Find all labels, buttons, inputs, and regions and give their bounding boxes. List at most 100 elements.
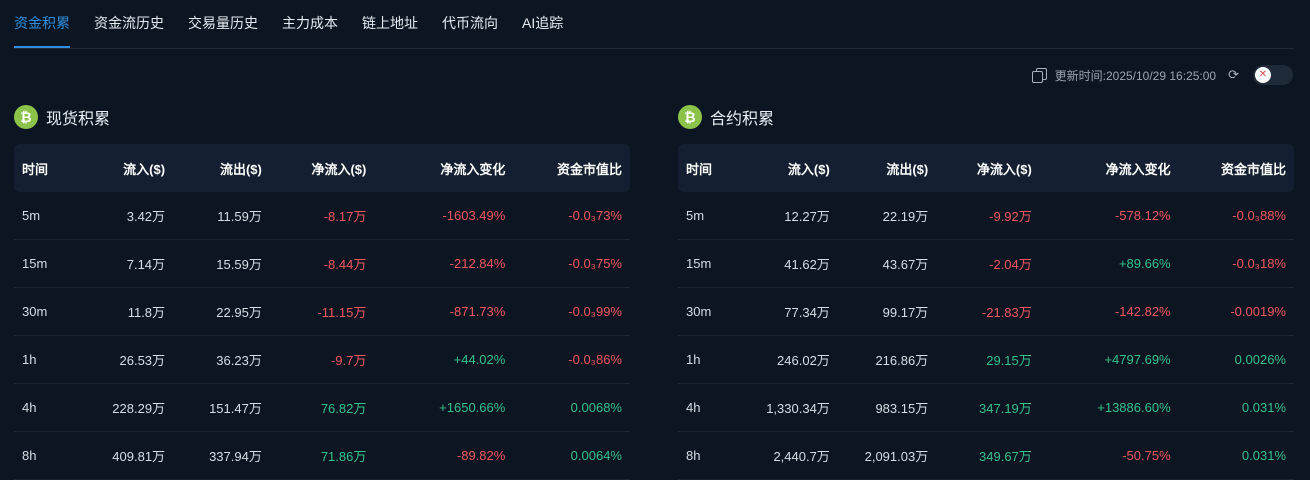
- header-outflow: 流出($): [886, 161, 929, 177]
- cell-cap-ratio: -0.0019%: [1178, 287, 1294, 336]
- futures-title: ₿ 合约积累: [678, 103, 1294, 131]
- tab-main-cost[interactable]: 主力成本: [282, 0, 338, 48]
- cell-outflow: 337.94万: [173, 431, 270, 480]
- coin-icon: ₿: [14, 105, 38, 129]
- cell-net-change: +89.66%: [1039, 239, 1179, 288]
- tabs-divider: [14, 48, 1294, 49]
- update-time-label: 更新时间:2025/10/29 16:25:00: [1054, 68, 1217, 83]
- cell-cap-ratio: -0.0₃88%: [1178, 192, 1294, 240]
- toggle-fire-icon: ✕: [1258, 69, 1268, 80]
- cell-outflow: 216.86万: [837, 335, 937, 384]
- table-row: 15m 7.14万 15.59万 -8.44万 -212.84% -0.0₃75%: [14, 239, 630, 288]
- spot-header-row: 时间 流入($) 流出($) 净流入($) 净流入变化 资金市值比: [14, 144, 630, 192]
- cell-time: 5m: [678, 192, 744, 240]
- cell-time: 15m: [14, 239, 81, 288]
- cell-net-inflow: 349.67万: [936, 431, 1040, 480]
- cell-net-inflow: -9.92万: [936, 192, 1040, 240]
- cell-inflow: 41.62万: [743, 239, 838, 288]
- header-cap-ratio: 资金市值比: [1220, 161, 1286, 177]
- tab-fund-accumulation[interactable]: 资金积累: [14, 0, 70, 48]
- cell-time: 8h: [678, 431, 744, 480]
- tabs-row: 资金积累 资金流历史 交易量历史 主力成本 链上地址 代币流向 AI追踪: [14, 0, 587, 48]
- header-time: 时间: [686, 161, 713, 177]
- cell-cap-ratio: 0.0064%: [513, 431, 630, 480]
- cell-cap-ratio: 0.031%: [1178, 431, 1294, 480]
- cell-net-change: +1650.66%: [374, 383, 514, 432]
- table-row: 30m 11.8万 22.95万 -11.15万 -871.73% -0.0₃99%: [14, 287, 630, 336]
- refresh-icon[interactable]: ⟳: [1228, 67, 1239, 83]
- spot-table: 时间 流入($) 流出($) 净流入($) 净流入变化 资金市值比 5m 3.42…: [14, 144, 630, 480]
- cell-inflow: 409.81万: [80, 431, 174, 480]
- cell-inflow: 12.27万: [743, 192, 838, 240]
- toggle-knob: ✕: [1255, 67, 1271, 83]
- table-row: 30m 77.34万 99.17万 -21.83万 -142.82% -0.0019%: [678, 287, 1294, 336]
- tab-onchain-address[interactable]: 链上地址: [362, 0, 418, 48]
- spot-title-text: 现货积累: [46, 111, 111, 128]
- view-toggle[interactable]: ✕: [1253, 65, 1293, 85]
- cell-time: 1h: [14, 335, 81, 384]
- cell-inflow: 11.8万: [80, 287, 174, 336]
- cell-outflow: 151.47万: [173, 383, 270, 432]
- cell-time: 30m: [14, 287, 81, 336]
- header-net-inflow: 净流入($): [311, 161, 367, 177]
- cell-net-inflow: -8.44万: [269, 239, 375, 288]
- cell-time: 8h: [14, 431, 81, 480]
- cell-inflow: 3.42万: [80, 192, 174, 240]
- cell-net-inflow: -21.83万: [936, 287, 1040, 336]
- futures-header-row: 时间 流入($) 流出($) 净流入($) 净流入变化 资金市值比: [678, 144, 1294, 192]
- cell-net-change: -871.73%: [374, 287, 514, 336]
- cell-net-change: -142.82%: [1039, 287, 1179, 336]
- cell-cap-ratio: 0.0026%: [1178, 335, 1294, 384]
- futures-table: 时间 流入($) 流出($) 净流入($) 净流入变化 资金市值比 5m 12.2…: [678, 144, 1294, 480]
- cell-time: 15m: [678, 239, 744, 288]
- header-cap-ratio: 资金市值比: [556, 161, 622, 177]
- cell-outflow: 99.17万: [837, 287, 937, 336]
- table-row: 8h 409.81万 337.94万 71.86万 -89.82% 0.0064%: [14, 431, 630, 480]
- cell-inflow: 246.02万: [743, 335, 838, 384]
- cell-cap-ratio: 0.0068%: [513, 383, 630, 432]
- table-row: 1h 246.02万 216.86万 29.15万 +4797.69% 0.0026%: [678, 335, 1294, 384]
- cell-cap-ratio: -0.0₃73%: [513, 192, 630, 240]
- cell-net-change: -578.12%: [1039, 192, 1179, 240]
- cell-time: 4h: [678, 383, 744, 432]
- table-row: 8h 2,440.7万 2,091.03万 349.67万 -50.75% 0.031%: [678, 431, 1294, 480]
- spot-body: 5m 3.42万 11.59万 -8.17万 -1603.49% -0.0₃73% 15m 7…: [14, 192, 630, 480]
- coin-icon: ₿: [678, 105, 702, 129]
- copy-icon[interactable]: [1031, 67, 1047, 83]
- cell-net-change: +44.02%: [374, 335, 514, 384]
- toolbar: 更新时间:2025/10/29 16:25:00 ⟳ ✕: [1031, 63, 1293, 87]
- cell-net-change: +13886.60%: [1039, 383, 1179, 432]
- futures-body: 5m 12.27万 22.19万 -9.92万 -578.12% -0.0₃88% 15m 4…: [678, 192, 1294, 480]
- tab-volume-history[interactable]: 交易量历史: [188, 0, 258, 48]
- cell-outflow: 983.15万: [837, 383, 937, 432]
- table-row: 15m 41.62万 43.67万 -2.04万 +89.66% -0.0₃18%: [678, 239, 1294, 288]
- cell-time: 5m: [14, 192, 81, 240]
- cell-outflow: 22.95万: [173, 287, 270, 336]
- cell-net-inflow: -11.15万: [269, 287, 375, 336]
- cell-net-change: -212.84%: [374, 239, 514, 288]
- futures-title-text: 合约积累: [710, 111, 775, 128]
- cell-net-change: -1603.49%: [374, 192, 514, 240]
- tab-fund-flow-history[interactable]: 资金流历史: [94, 0, 164, 48]
- tab-ai-tracking[interactable]: AI追踪: [522, 0, 563, 48]
- cell-inflow: 228.29万: [80, 383, 174, 432]
- cell-outflow: 36.23万: [173, 335, 270, 384]
- cell-time: 1h: [678, 335, 744, 384]
- header-outflow: 流出($): [219, 161, 262, 177]
- cell-inflow: 77.34万: [743, 287, 838, 336]
- cell-net-inflow: 29.15万: [936, 335, 1040, 384]
- table-row: 4h 1,330.34万 983.15万 347.19万 +13886.60% 0.031…: [678, 383, 1294, 432]
- cell-time: 30m: [678, 287, 744, 336]
- cell-outflow: 15.59万: [173, 239, 270, 288]
- table-row: 1h 26.53万 36.23万 -9.7万 +44.02% -0.0₃86%: [14, 335, 630, 384]
- cell-outflow: 43.67万: [837, 239, 937, 288]
- tab-token-flow[interactable]: 代币流向: [442, 0, 498, 48]
- cell-net-inflow: -8.17万: [269, 192, 375, 240]
- cell-inflow: 2,440.7万: [743, 431, 838, 480]
- cell-outflow: 2,091.03万: [837, 431, 937, 480]
- cell-cap-ratio: -0.0₃86%: [513, 335, 630, 384]
- cell-inflow: 26.53万: [80, 335, 174, 384]
- cell-time: 4h: [14, 383, 81, 432]
- cell-cap-ratio: -0.0₃75%: [513, 239, 630, 288]
- cell-outflow: 11.59万: [173, 192, 270, 240]
